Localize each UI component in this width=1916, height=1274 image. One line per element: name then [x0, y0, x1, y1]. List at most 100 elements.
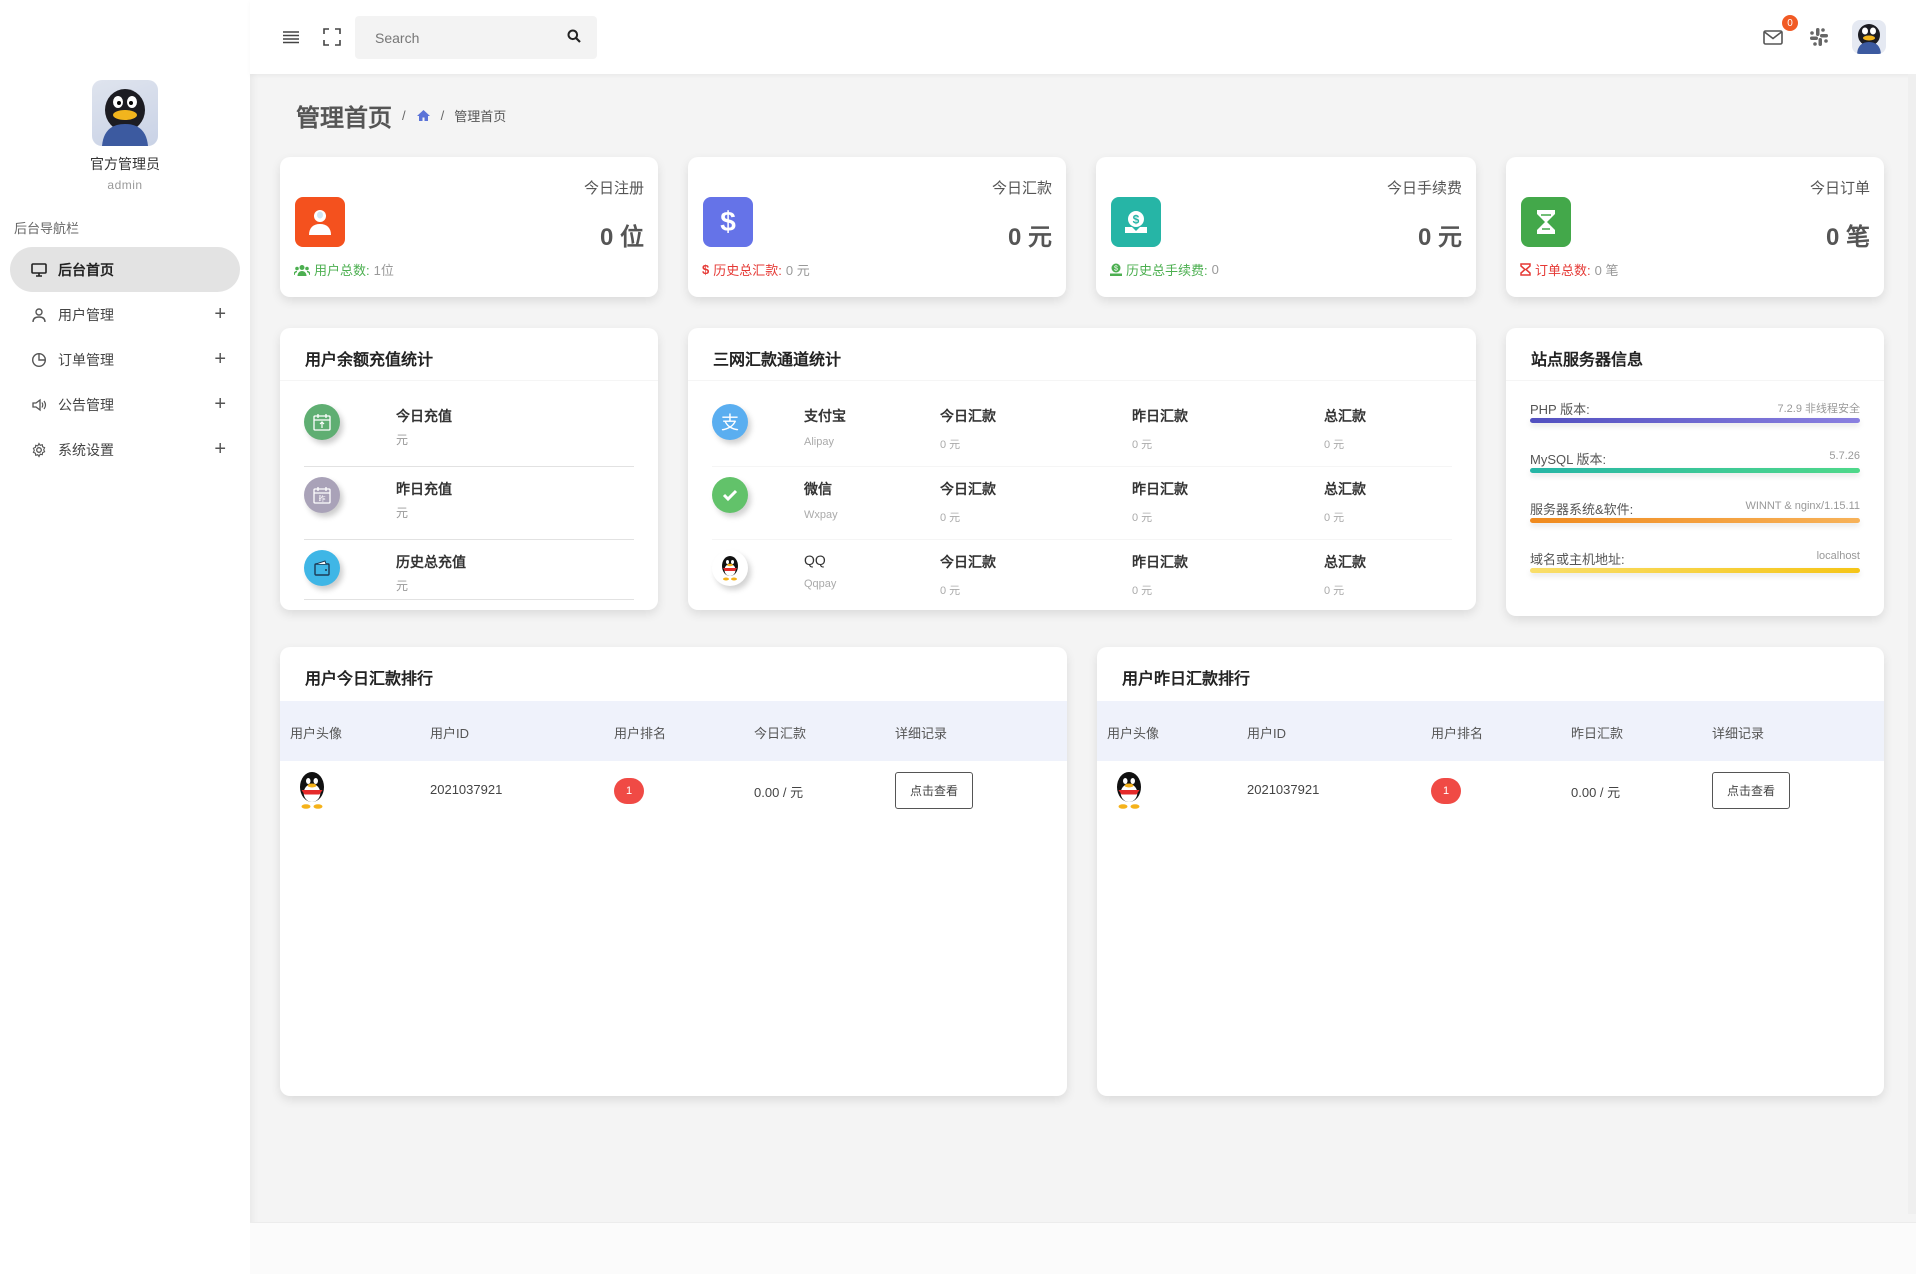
search-input[interactable]	[355, 29, 555, 46]
stat-footer: 订单总数: 0 笔	[1520, 260, 1618, 279]
stat-label: 今日汇款	[991, 180, 1052, 197]
stat-value: 0 元	[1417, 224, 1462, 251]
channel-yesterday-value: 0 元	[1132, 585, 1153, 597]
view-details-button[interactable]: 点击查看	[895, 772, 973, 809]
svg-text:$: $	[1133, 213, 1140, 227]
home-icon[interactable]	[416, 109, 431, 122]
gear-icon	[30, 441, 48, 459]
channel-row-qq: QQ Qqpay 今日汇款 0 元 昨日汇款 0 元 总汇款 0 元	[712, 540, 1452, 613]
server-row-mysql: MySQL 版本: 5.7.26	[1530, 449, 1860, 499]
channel-today-col: 今日汇款 0 元	[940, 552, 996, 598]
expand-plus-icon[interactable]: +	[214, 303, 226, 326]
stat-card-remittance: 今日汇款 0 元 $ $ 历史总汇款: 0 元	[688, 157, 1066, 297]
amount: 0.00 / 元	[1571, 785, 1621, 800]
stat-value: 0 笔	[1825, 224, 1870, 251]
sidebar-item-label: 订单管理	[58, 351, 114, 368]
money-bag-icon: $	[1110, 263, 1122, 276]
stat-card-fees: 今日手续费 0 元 $ $ 历史总手续费: 0	[1096, 157, 1476, 297]
sidebar-item-orders[interactable]: 订单管理 +	[10, 337, 240, 382]
sidebar-item-dashboard[interactable]: 后台首页	[10, 247, 240, 292]
fullscreen-button[interactable]	[321, 26, 343, 48]
admin-role: admin	[107, 178, 143, 192]
channel-total-value: 0 元	[1324, 585, 1345, 597]
server-bar	[1530, 418, 1860, 423]
channel-total-value: 0 元	[1324, 439, 1345, 451]
menu-toggle-button[interactable]	[280, 26, 302, 48]
expand-plus-icon[interactable]: +	[214, 438, 226, 461]
slack-grid-icon	[1810, 28, 1828, 46]
rank-yesterday-card: 用户昨日汇款排行 用户头像 用户ID 用户排名 昨日汇款 详细记录 202103…	[1097, 647, 1884, 1096]
server-bar	[1530, 468, 1860, 473]
server-bar	[1530, 518, 1860, 523]
user-avatar-qq-icon	[292, 769, 332, 811]
card-title: 用户昨日汇款排行	[1122, 671, 1251, 688]
channel-row-wechat: 微信 Wxpay 今日汇款 0 元 昨日汇款 0 元 总汇款 0 元	[712, 467, 1452, 540]
channel-today-value: 0 元	[940, 512, 961, 524]
svg-text:$: $	[1114, 266, 1118, 273]
channel-yesterday-col: 昨日汇款 0 元	[1132, 479, 1188, 525]
column-header: 详细记录	[895, 726, 948, 741]
channel-yesterday-label: 昨日汇款	[1132, 408, 1188, 424]
admin-avatar[interactable]	[92, 80, 158, 146]
card-title: 三网汇款通道统计	[688, 328, 1476, 381]
page-scrollbar[interactable]	[1908, 74, 1916, 1214]
sidebar-item-label: 后台首页	[58, 261, 114, 278]
sidebar-item-label: 用户管理	[58, 306, 114, 323]
profile: 官方管理员 admin	[0, 0, 250, 192]
recharge-value: 元	[396, 506, 409, 520]
sidebar-item-announcements[interactable]: 公告管理 +	[10, 382, 240, 427]
server-row-host: 域名或主机地址: localhost	[1530, 549, 1860, 599]
channel-name-col: 微信 Wxpay	[804, 479, 838, 521]
channel-code: Qqpay	[804, 578, 837, 590]
user-avatar-button[interactable]	[1852, 20, 1886, 54]
server-key: 域名或主机地址:	[1530, 552, 1625, 567]
sidebar-item-settings[interactable]: 系统设置 +	[10, 427, 240, 472]
dollar-icon: $	[703, 197, 753, 247]
server-key: PHP 版本:	[1530, 402, 1590, 417]
recharge-label: 今日充值	[396, 408, 452, 424]
view-details-button[interactable]: 点击查看	[1712, 772, 1790, 809]
table-row: 2021037921 1 0.00 / 元 点击查看	[280, 761, 1067, 821]
recharge-value: 元	[396, 579, 409, 593]
column-header: 用户头像	[1107, 726, 1160, 741]
channel-name-col: 支付宝 Alipay	[804, 406, 846, 448]
qq-icon	[712, 550, 748, 586]
speaker-icon	[30, 396, 48, 414]
messages-button[interactable]: 0	[1762, 15, 1798, 49]
topbar: 0	[250, 0, 1916, 74]
column-header: 用户ID	[1247, 726, 1287, 741]
channel-total-label: 总汇款	[1324, 554, 1366, 570]
stat-footer: $ 历史总汇款: 0 元	[702, 260, 810, 279]
sidebar-item-label: 公告管理	[58, 396, 114, 413]
fullscreen-icon	[323, 28, 341, 46]
wechat-pay-icon	[712, 477, 748, 513]
calendar-icon	[304, 404, 340, 440]
user-id: 2021037921	[1247, 782, 1320, 797]
expand-plus-icon[interactable]: +	[214, 348, 226, 371]
channel-today-label: 今日汇款	[940, 481, 996, 497]
channel-total-col: 总汇款 0 元	[1324, 406, 1366, 452]
stat-card-registrations: 今日注册 0 位 用户总数: 1位	[280, 157, 658, 297]
column-header: 今日汇款	[754, 726, 807, 741]
recharge-label: 历史总充值	[396, 554, 466, 570]
penguin-avatar-icon	[1857, 24, 1881, 54]
page-header: 管理首页 / / 管理首页	[296, 98, 506, 133]
recharge-row-yesterday: 昨 昨日充值 元	[304, 467, 634, 540]
column-header: 用户排名	[614, 726, 667, 741]
expand-plus-icon[interactable]: +	[214, 393, 226, 416]
monitor-icon	[30, 261, 48, 279]
apps-button[interactable]	[1808, 26, 1830, 48]
sidebar: 官方管理员 admin 后台导航栏 后台首页 用户管理 + 订单管理 + 公告管…	[0, 0, 250, 1274]
recharge-value: 元	[396, 433, 409, 447]
channel-yesterday-label: 昨日汇款	[1132, 481, 1188, 497]
card-title: 用户余额充值统计	[280, 328, 658, 381]
search-icon[interactable]	[567, 29, 581, 48]
column-header: 用户ID	[430, 726, 470, 741]
table-header: 用户头像 用户ID 用户排名 今日汇款 详细记录	[280, 701, 1067, 761]
sidebar-item-users[interactable]: 用户管理 +	[10, 292, 240, 337]
card-title: 站点服务器信息	[1506, 328, 1884, 381]
user-id: 2021037921	[430, 782, 503, 797]
stat-footer-value: 0 元	[785, 263, 810, 278]
page-footer	[250, 1222, 1916, 1274]
column-header: 详细记录	[1712, 726, 1765, 741]
